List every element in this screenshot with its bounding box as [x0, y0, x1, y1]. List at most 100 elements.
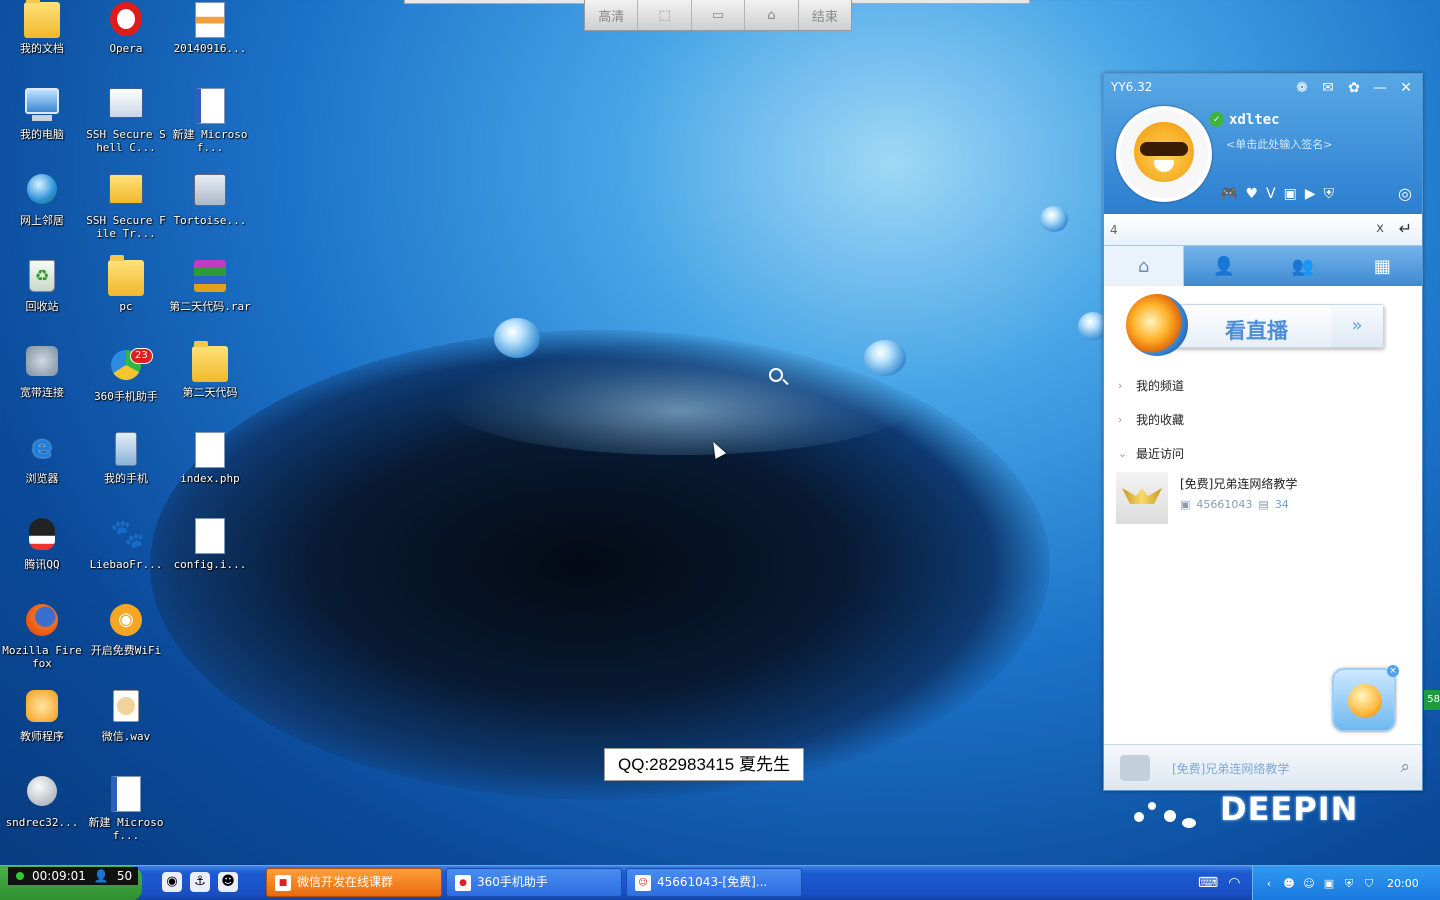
- tree-node-my-channels[interactable]: › 我的频道: [1118, 368, 1408, 402]
- task-yy-channel[interactable]: ☺ 45661043-[免费]...: [626, 868, 802, 897]
- search-input[interactable]: 4: [1110, 223, 1118, 237]
- tab-contacts[interactable]: 👤: [1184, 246, 1263, 286]
- teacher-app-icon: [24, 690, 60, 726]
- desktop-icon-code-folder[interactable]: 第二天代码: [168, 341, 252, 399]
- desktop-icon-index-php[interactable]: index.php: [168, 432, 252, 485]
- task-360-phone[interactable]: ● 360手机助手: [446, 868, 622, 897]
- tray-yy-icon[interactable]: ☺: [1301, 876, 1317, 892]
- tray-arrow-icon[interactable]: ‹: [1261, 876, 1277, 892]
- desktop-icon-network[interactable]: 网上邻居: [0, 174, 84, 227]
- water-drop: [1040, 206, 1068, 232]
- close-button[interactable]: ✕: [1398, 80, 1414, 96]
- game-icon[interactable]: 🎮: [1220, 186, 1237, 202]
- desktop-icon-label: 教师程序: [20, 730, 64, 743]
- settings-icon[interactable]: ◎: [1398, 184, 1412, 203]
- desktop-icon-teacher-app[interactable]: 教师程序: [0, 690, 84, 743]
- desktop-icon-360-phone[interactable]: 23 360手机助手: [84, 346, 168, 403]
- gift-icon[interactable]: ❁: [1294, 80, 1310, 96]
- recent-channel-item[interactable]: [免费]兄弟连网络教学 ▣ 45661043 ▤ 34: [1116, 472, 1412, 530]
- floating-assistant-button[interactable]: ×: [1332, 665, 1399, 732]
- hd-button[interactable]: 高清: [585, 0, 639, 30]
- current-channel-bar[interactable]: [免费]兄弟连网络教学 ⌕: [1104, 744, 1422, 790]
- tab-groups[interactable]: 👥: [1264, 246, 1343, 286]
- vip-icon[interactable]: V: [1266, 186, 1276, 202]
- quick-launch: ◉ ⚓ ☻: [162, 872, 238, 892]
- opera-icon: [108, 2, 144, 38]
- tree-node-favorites[interactable]: › 我的收藏: [1118, 402, 1408, 436]
- tray-security-icon[interactable]: ⛨: [1341, 876, 1357, 892]
- desktop-icon-broadband[interactable]: 宽带连接: [0, 346, 84, 399]
- feature-icons: 🎮 ♥ V ▣ ▶ ⛨: [1220, 186, 1334, 202]
- desktop-icon-label: 宽带连接: [20, 386, 64, 399]
- desktop-icon-recycle-bin[interactable]: ♻ 回收站: [0, 260, 84, 313]
- camera-icon[interactable]: ▣: [1284, 186, 1297, 202]
- minimize-button[interactable]: —: [1372, 80, 1388, 96]
- mail-icon[interactable]: ✉: [1320, 80, 1336, 96]
- keyboard-icon[interactable]: ⌨: [1198, 875, 1218, 891]
- avatar[interactable]: [1116, 106, 1212, 202]
- region-select-button[interactable]: ⬚: [638, 0, 692, 30]
- quicklaunch-browser-icon[interactable]: ◉: [162, 872, 182, 892]
- recording-dot-icon: [16, 872, 24, 880]
- apps-tab-icon: ▦: [1373, 255, 1391, 277]
- liebao-icon: 🐾: [110, 517, 145, 550]
- shield-icon[interactable]: ⛨: [1324, 186, 1335, 202]
- tree-node-recent[interactable]: ⌄ 最近访问: [1118, 436, 1408, 470]
- desktop-icon-word-doc-1[interactable]: 新建 Microsof...: [168, 88, 252, 154]
- search-icon[interactable]: ⌕: [1400, 757, 1410, 777]
- current-channel-name: [免费]兄弟连网络教学: [1172, 762, 1290, 776]
- desktop-icon-rar[interactable]: 第二天代码.rar: [168, 260, 252, 313]
- desktop-icon-pc-folder[interactable]: pc: [84, 255, 168, 313]
- stop-button[interactable]: 结束: [799, 0, 851, 30]
- desktop-icon-wav-file[interactable]: 微信.wav: [84, 690, 168, 743]
- tray-network-icon[interactable]: ▣: [1321, 876, 1337, 892]
- desktop-icon-opera[interactable]: Opera: [84, 2, 168, 55]
- tray-shield-icon[interactable]: ⛉: [1361, 876, 1377, 892]
- wifi-icon[interactable]: ◠: [1228, 875, 1240, 891]
- clear-search-icon[interactable]: x: [1376, 221, 1384, 236]
- desktop-icon-my-phone[interactable]: 我的手机: [84, 432, 168, 485]
- play-icon[interactable]: ▶: [1305, 186, 1316, 202]
- watch-live-button[interactable]: 看直播 »: [1126, 294, 1386, 356]
- tray-qq-icon[interactable]: ☻: [1281, 876, 1297, 892]
- tab-apps[interactable]: ▦: [1343, 246, 1422, 286]
- online-count-icon: ▤: [1258, 498, 1269, 511]
- heart-icon[interactable]: ♥: [1245, 186, 1258, 202]
- signature-input[interactable]: <单击此处输入签名>: [1226, 136, 1332, 152]
- desktop-icon-my-documents[interactable]: 我的文档: [0, 0, 84, 55]
- quicklaunch-anchor-icon[interactable]: ⚓: [190, 872, 210, 892]
- desktop-icon-ssh-shell[interactable]: SSH Secure Shell C...: [84, 88, 168, 154]
- desktop-icon-my-computer[interactable]: 我的电脑: [0, 88, 84, 141]
- desktop-icon-label: 腾讯QQ: [24, 558, 60, 571]
- tree-node-label: 我的收藏: [1136, 412, 1185, 427]
- tab-home[interactable]: ⌂: [1104, 246, 1185, 286]
- enter-icon[interactable]: ↵: [1399, 219, 1412, 238]
- desktop-icon-firefox[interactable]: Mozilla Firefox: [0, 604, 84, 670]
- desktop-icon-ie[interactable]: e 浏览器: [0, 432, 84, 486]
- contact-watermark: QQ:282983415 夏先生: [604, 748, 804, 781]
- close-icon[interactable]: ×: [1387, 665, 1399, 677]
- online-count: 34: [1274, 498, 1289, 511]
- quicklaunch-qq-icon[interactable]: ☻: [218, 872, 238, 892]
- desktop-icon-config[interactable]: config.i...: [168, 518, 252, 571]
- desktop-icon-sound-recorder[interactable]: sndrec32...: [0, 776, 84, 829]
- online-status-icon[interactable]: ✓: [1209, 112, 1224, 127]
- home-button[interactable]: ⌂: [745, 0, 799, 30]
- task-wechat-course[interactable]: ■ 微信开发在线课群: [266, 868, 442, 897]
- my-documents-icon: [24, 0, 60, 38]
- desktop-icon-tortoise[interactable]: Tortoise...: [168, 174, 252, 227]
- desktop-icon-word-doc-2[interactable]: 新建 Microsof...: [84, 776, 168, 842]
- skin-icon[interactable]: ✿: [1346, 80, 1362, 96]
- watch-live-box: 看直播 »: [1166, 304, 1384, 348]
- desktop-icon-archive[interactable]: 20140916...: [168, 2, 252, 55]
- my-phone-icon: [108, 432, 144, 468]
- timer-value: 00:09:01: [32, 869, 86, 883]
- free-wifi-icon: ◉: [108, 604, 144, 640]
- window-capture-button[interactable]: ▭: [692, 0, 746, 30]
- search-bar[interactable]: 4 x ↵: [1104, 214, 1422, 246]
- desktop-icon-liebao[interactable]: 🐾 LiebaoFr...: [84, 517, 168, 572]
- desktop-icon-free-wifi[interactable]: ◉ 开启免费WiFi: [84, 604, 168, 657]
- start-button[interactable]: 00:09:01 👤 50: [0, 866, 142, 900]
- desktop-icon-qq[interactable]: 腾讯QQ: [0, 518, 84, 571]
- desktop-icon-ssh-file[interactable]: SSH Secure File Tr...: [84, 174, 168, 240]
